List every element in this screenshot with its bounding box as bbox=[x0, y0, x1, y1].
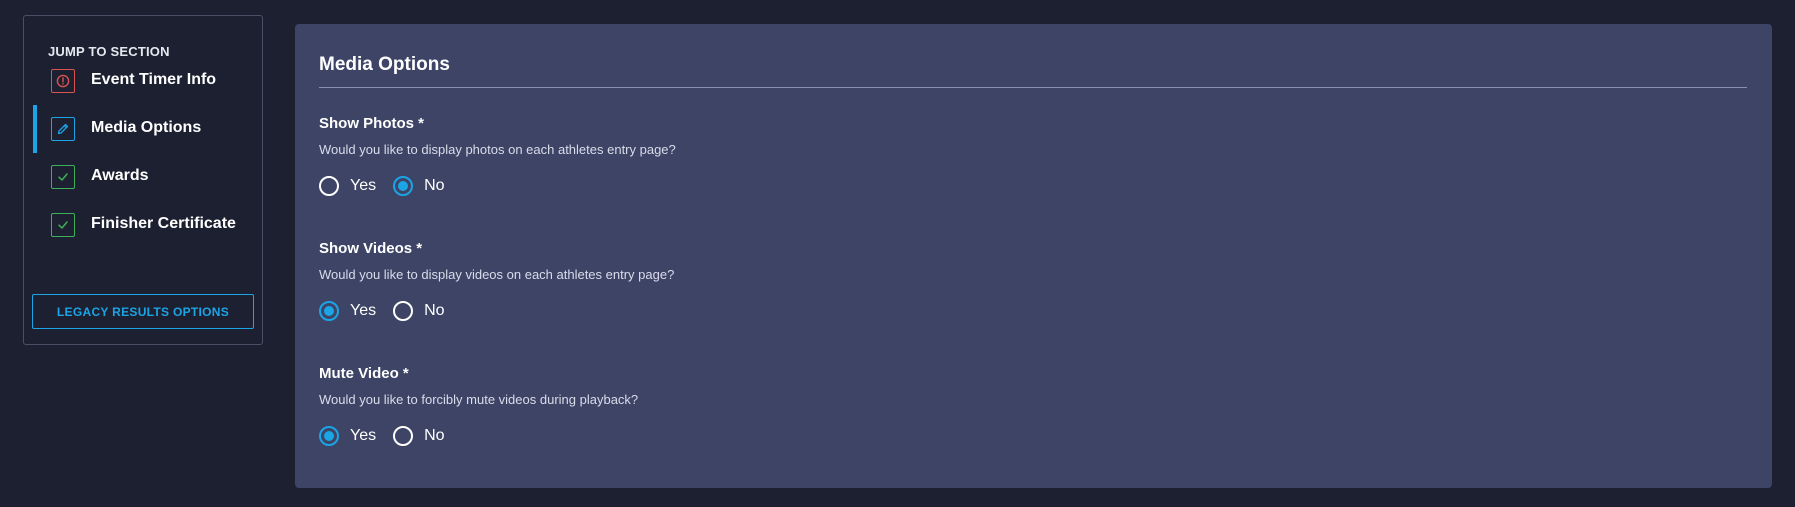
field-label: Show Videos * bbox=[319, 240, 423, 257]
panel-title: Media Options bbox=[319, 54, 450, 75]
jump-to-section-sidebar: JUMP TO SECTION Event Timer Info Media O… bbox=[23, 15, 263, 345]
radio-label: No bbox=[424, 302, 445, 319]
field-help-text: Would you like to forcibly mute videos d… bbox=[319, 392, 639, 407]
show-videos-radio-group: Yes No bbox=[319, 299, 462, 323]
sidebar-item-label: Finisher Certificate bbox=[91, 215, 236, 232]
field-label: Show Photos * bbox=[319, 115, 424, 132]
show-photos-yes-radio[interactable]: Yes bbox=[319, 176, 376, 196]
show-photos-no-radio[interactable]: No bbox=[393, 176, 445, 196]
sidebar-item-label: Media Options bbox=[91, 119, 202, 136]
field-help-text: Would you like to display photos on each… bbox=[319, 142, 676, 157]
radio-label: Yes bbox=[350, 427, 377, 444]
sidebar-item-label: Event Timer Info bbox=[91, 71, 217, 88]
show-photos-radio-group: Yes No bbox=[319, 174, 462, 198]
legacy-results-options-button[interactable]: LEGACY RESULTS OPTIONS bbox=[32, 294, 254, 329]
sidebar-item-finisher-certificate[interactable]: Finisher Certificate bbox=[33, 201, 255, 249]
radio-checked-icon[interactable] bbox=[393, 176, 414, 196]
field-help-text: Would you like to display videos on each… bbox=[319, 267, 675, 282]
radio-unchecked-icon[interactable] bbox=[393, 426, 414, 446]
field-label: Mute Video * bbox=[319, 365, 409, 382]
radio-checked-icon[interactable] bbox=[319, 301, 339, 321]
pencil-icon bbox=[51, 117, 75, 141]
radio-label: No bbox=[424, 177, 445, 194]
show-videos-yes-radio[interactable]: Yes bbox=[319, 301, 376, 321]
check-icon bbox=[51, 165, 75, 189]
radio-unchecked-icon[interactable] bbox=[319, 176, 339, 196]
mute-video-yes-radio[interactable]: Yes bbox=[319, 426, 376, 446]
mute-video-radio-group: Yes No bbox=[319, 424, 462, 448]
sidebar-item-media-options[interactable]: Media Options bbox=[33, 105, 255, 153]
media-options-panel: Media Options Show Photos * Would you li… bbox=[295, 24, 1772, 488]
radio-checked-icon[interactable] bbox=[319, 426, 339, 446]
sidebar-item-label: Awards bbox=[91, 167, 149, 184]
radio-label: No bbox=[424, 427, 445, 444]
check-icon bbox=[51, 213, 75, 237]
mute-video-no-radio[interactable]: No bbox=[393, 426, 445, 446]
radio-label: Yes bbox=[350, 302, 377, 319]
show-videos-no-radio[interactable]: No bbox=[393, 301, 445, 321]
alert-circle-icon bbox=[51, 69, 75, 93]
sidebar-item-event-timer-info[interactable]: Event Timer Info bbox=[33, 57, 255, 105]
radio-unchecked-icon[interactable] bbox=[393, 301, 414, 321]
sidebar-item-awards[interactable]: Awards bbox=[33, 153, 255, 201]
radio-label: Yes bbox=[350, 177, 377, 194]
title-divider bbox=[319, 87, 1747, 88]
